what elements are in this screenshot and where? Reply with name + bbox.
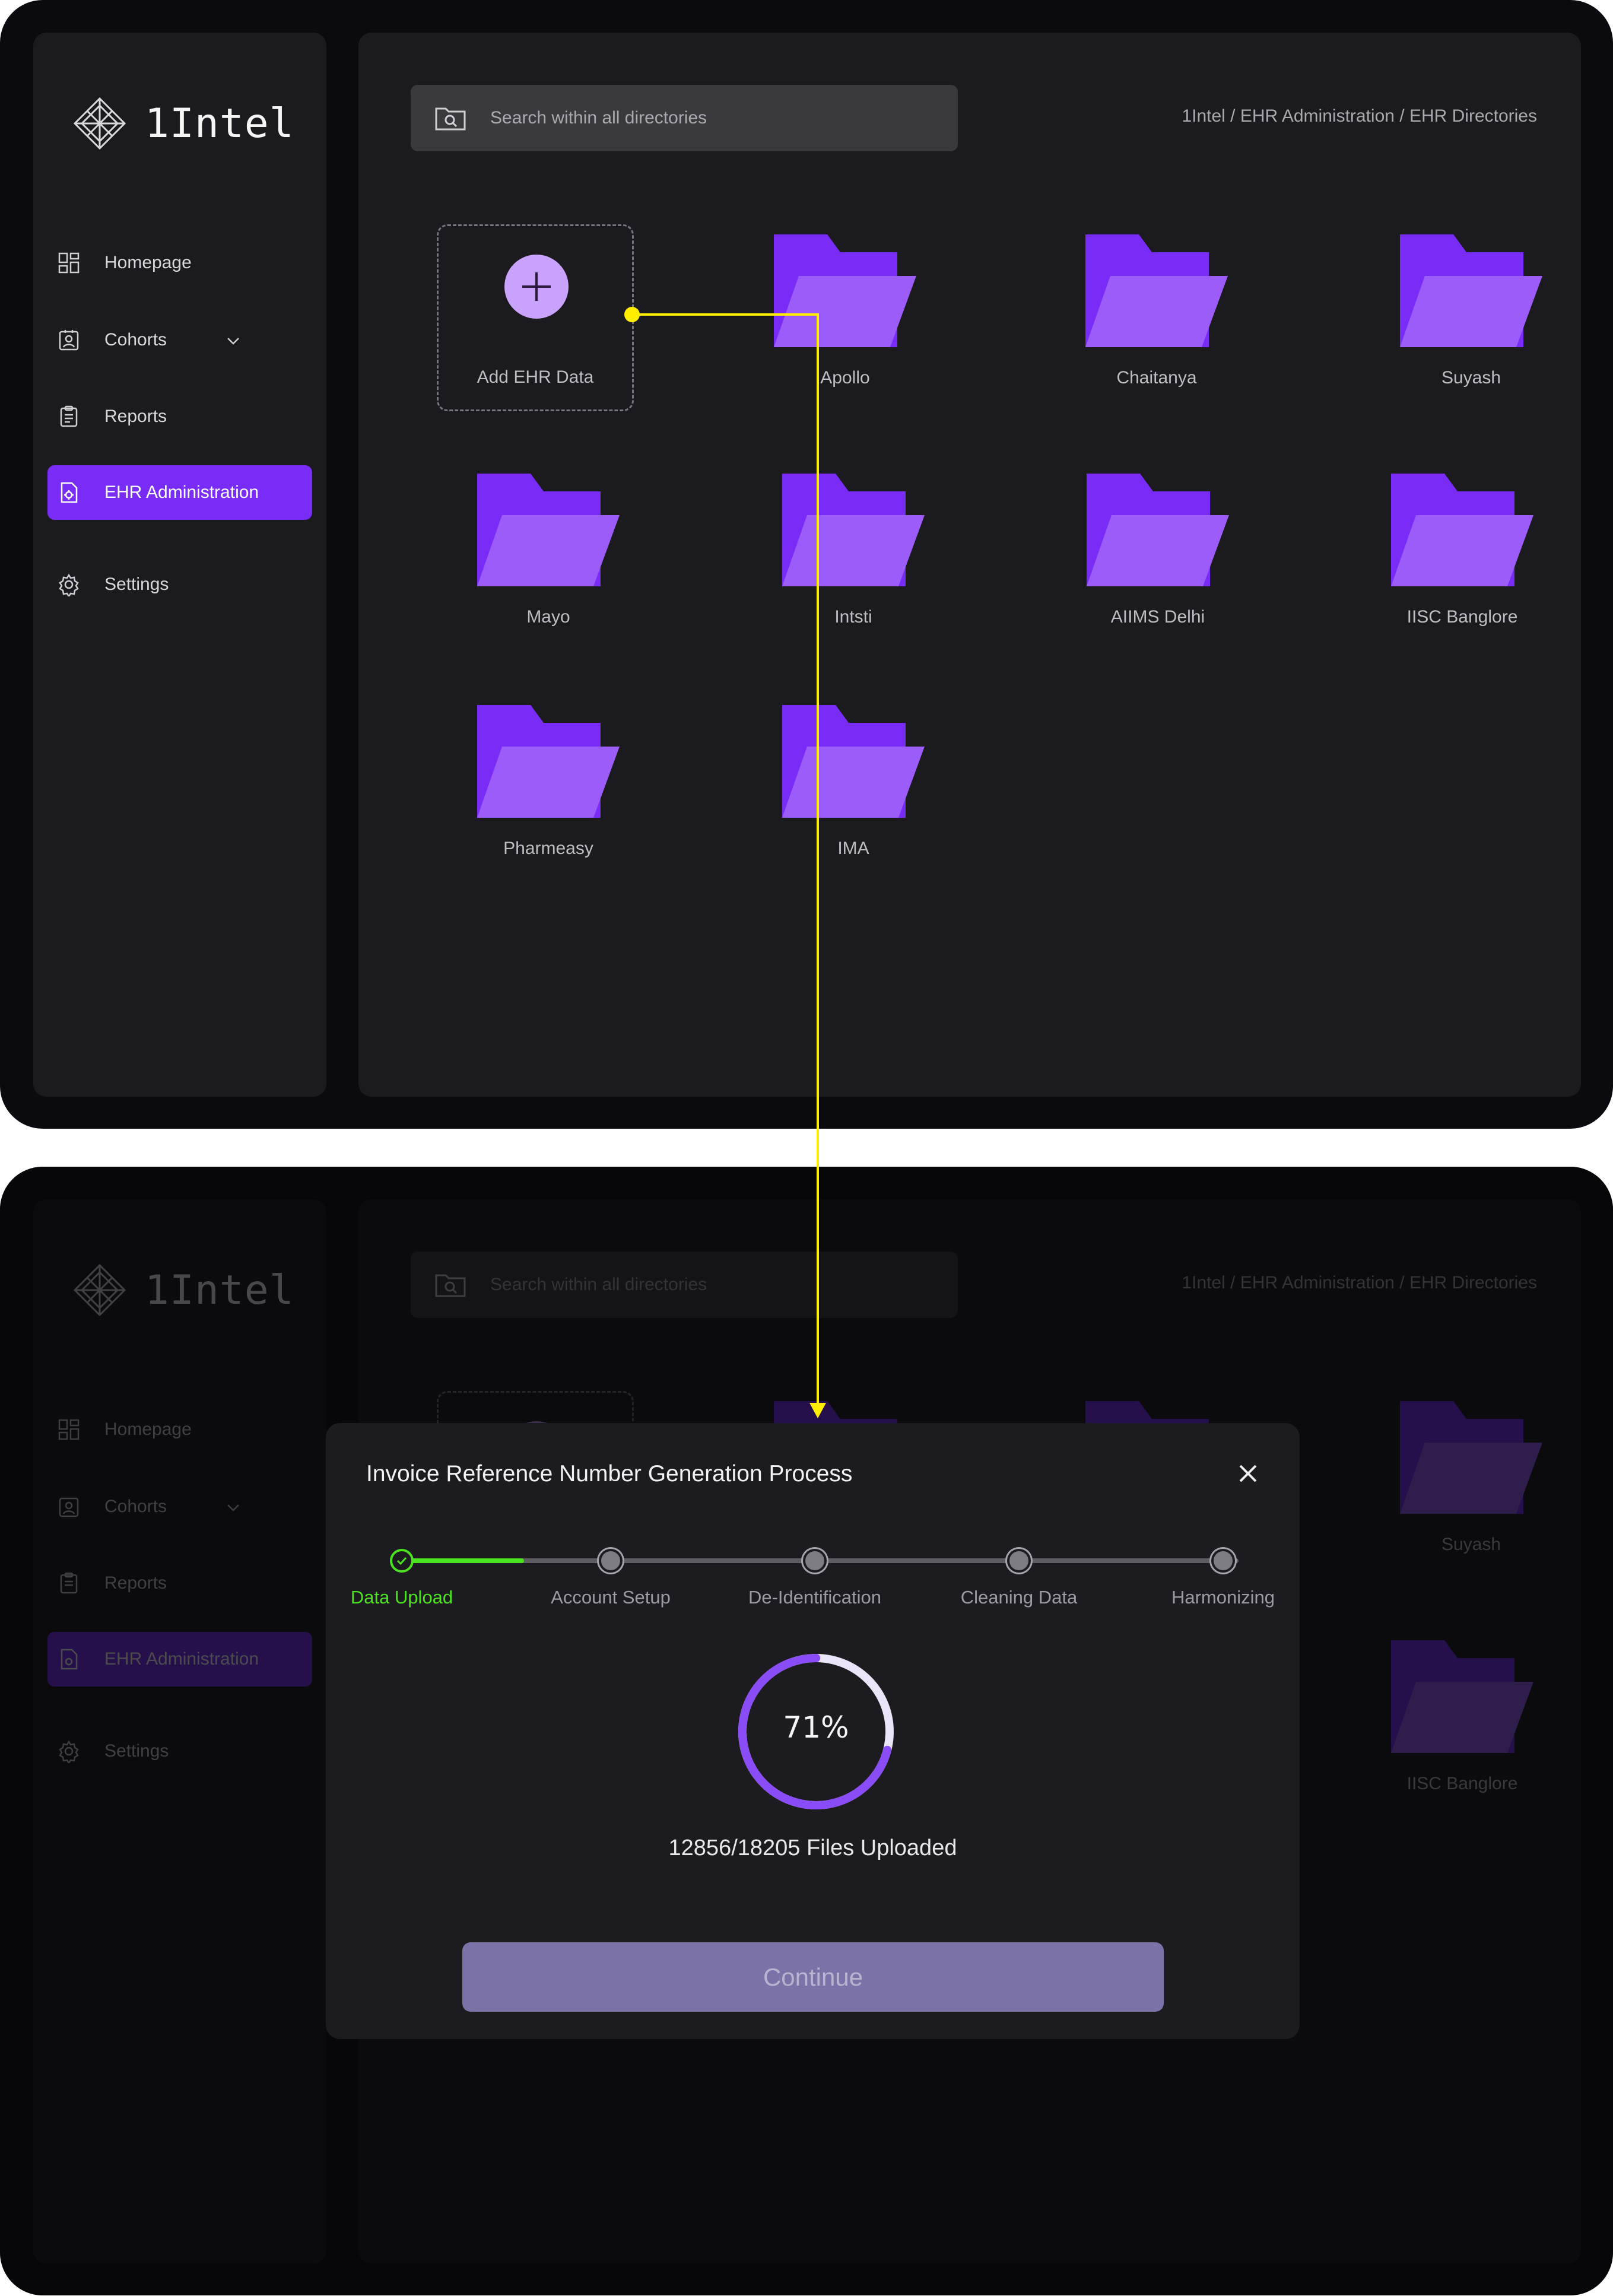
folder-suyash[interactable]: Suyash [1400, 234, 1542, 388]
folder-label: AIIMS Delhi [1110, 607, 1205, 627]
folder-apollo[interactable]: Apollo [774, 234, 916, 388]
document-gear-icon [61, 482, 78, 503]
folder-aiims-delhi[interactable]: AIIMS Delhi [1087, 474, 1229, 627]
upload-process-modal: Invoice Reference Number Generation Proc… [326, 1423, 1300, 2039]
folder-label: Suyash [1441, 368, 1501, 388]
search-placeholder: Search within all directories [490, 108, 707, 128]
continue-button[interactable]: Continue [462, 1942, 1164, 2012]
sidebar-item-homepage[interactable]: Homepage [47, 236, 312, 290]
step-label: De-Identification [748, 1587, 881, 1608]
sidebar-item-reports[interactable]: Reports [47, 389, 312, 444]
user-badge-icon [59, 330, 79, 351]
screen-upload-modal: 1Intel Homepage Cohorts Reports EHR Admi… [0, 1167, 1613, 2295]
app-logo[interactable]: 1Intel [71, 95, 294, 152]
check-icon [396, 1557, 407, 1565]
folder-chaitanya[interactable]: Chaitanya [1085, 234, 1228, 388]
sidebar: 1Intel Homepage Cohorts Reports EHR Admi… [33, 33, 326, 1097]
app-name: 1Intel [145, 100, 294, 147]
diamond-compass-logo-icon [73, 97, 126, 150]
add-ehr-data-label: Add EHR Data [477, 367, 594, 387]
folder-icon [477, 705, 620, 818]
breadcrumb[interactable]: 1Intel / EHR Administration / EHR Direct… [1182, 106, 1537, 126]
progress-percent: 71% [783, 1710, 849, 1745]
clipboard-icon [60, 405, 78, 427]
grid-icon [58, 252, 80, 274]
folder-label: Apollo [820, 368, 870, 388]
sidebar-item-settings[interactable]: Settings [47, 557, 312, 612]
files-uploaded-count: 12856/18205 Files Uploaded [668, 1835, 957, 1860]
upload-progress-ring: 71% [735, 1651, 897, 1812]
folder-icon [1400, 234, 1542, 347]
folder-search-icon [435, 107, 466, 131]
sidebar-item-label: Reports [104, 407, 167, 426]
folder-icon [1087, 474, 1229, 586]
folder-pharmeasy[interactable]: Pharmeasy [477, 705, 620, 859]
sidebar-item-label: EHR Administration [104, 482, 259, 502]
folder-icon [1085, 234, 1228, 347]
folder-mayo[interactable]: Mayo [477, 474, 620, 627]
folder-label: Intsti [834, 607, 872, 627]
step-node-data-upload[interactable] [390, 1549, 414, 1573]
sidebar-item-label: Homepage [104, 253, 192, 272]
close-icon[interactable] [1234, 1460, 1262, 1487]
screen-directories: 1Intel Homepage Cohorts Reports EHR Admi… [0, 0, 1613, 1129]
folder-icon [774, 234, 916, 347]
step-label: Data Upload [350, 1587, 453, 1608]
add-ehr-data-button[interactable]: Add EHR Data [437, 224, 634, 411]
folder-label: Mayo [526, 607, 570, 627]
step-node-cleaning-data[interactable] [1007, 1549, 1031, 1573]
folder-intsti[interactable]: Intsti [782, 474, 925, 627]
chevron-down-icon[interactable] [226, 333, 241, 348]
folder-label: IISC Banglore [1406, 607, 1518, 627]
step-label: Account Setup [551, 1587, 671, 1608]
step-node-account-setup[interactable] [599, 1549, 623, 1573]
sidebar-item-ehr-administration[interactable]: EHR Administration [47, 465, 312, 520]
sidebar-item-label: Cohorts [104, 330, 167, 350]
plus-icon [504, 255, 569, 319]
step-label: Harmonizing [1171, 1587, 1275, 1608]
folder-iisc-banglore[interactable]: IISC Banglore [1391, 474, 1533, 627]
folder-label: Chaitanya [1116, 368, 1197, 388]
folder-icon [477, 474, 620, 586]
folder-label: IMA [837, 839, 869, 858]
folder-icon [782, 705, 925, 818]
folder-label: Pharmeasy [503, 839, 593, 858]
folder-ima[interactable]: IMA [782, 705, 925, 859]
step-node-harmonizing[interactable] [1211, 1549, 1235, 1573]
gear-icon [59, 573, 79, 596]
modal-title: Invoice Reference Number Generation Proc… [366, 1461, 853, 1487]
step-label: Cleaning Data [960, 1587, 1078, 1608]
sidebar-item-label: Settings [104, 574, 169, 594]
step-node-de-identification[interactable] [803, 1549, 827, 1573]
main-content: Search within all directories 1Intel / E… [358, 33, 1581, 1097]
sidebar-item-cohorts[interactable]: Cohorts [47, 313, 312, 367]
folder-icon [782, 474, 925, 586]
folder-icon [1391, 474, 1533, 586]
search-input[interactable]: Search within all directories [411, 85, 958, 151]
process-stepper: Data Upload Account Setup De-Identificat… [326, 1535, 1300, 1608]
stepper-progress [402, 1558, 524, 1563]
